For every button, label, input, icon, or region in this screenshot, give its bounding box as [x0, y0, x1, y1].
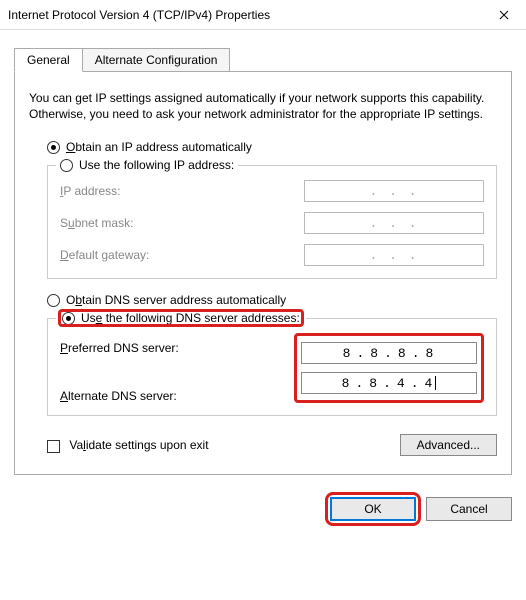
- radio-ip-manual[interactable]: Use the following IP address:: [60, 158, 234, 172]
- radio-icon: [47, 294, 60, 307]
- dns-group: Use the following DNS server addresses: …: [47, 311, 497, 416]
- tab-alternate[interactable]: Alternate Configuration: [82, 48, 231, 72]
- radio-icon: [60, 159, 73, 172]
- ok-highlight: OK: [330, 497, 416, 521]
- dialog-button-row: OK Cancel: [0, 485, 526, 535]
- window-title: Internet Protocol Version 4 (TCP/IPv4) P…: [8, 8, 270, 22]
- radio-dns-auto-label: Obtain DNS server address automatically: [66, 293, 286, 307]
- close-icon: [499, 10, 509, 20]
- label-alternate-dns: Alternate DNS server:: [60, 389, 294, 403]
- label-ip-address: IP address:: [60, 184, 304, 198]
- tab-panel-general: You can get IP settings assigned automat…: [14, 71, 512, 475]
- dns-fields-highlight: 8.8.8.8 8.8.4.4: [294, 333, 484, 403]
- input-default-gateway: . . .: [304, 244, 484, 266]
- ok-button[interactable]: OK: [330, 497, 416, 521]
- cancel-button[interactable]: Cancel: [426, 497, 512, 521]
- checkbox-validate-on-exit[interactable]: Validate settings upon exit: [47, 438, 209, 452]
- radio-icon: [62, 312, 75, 325]
- radio-dns-manual-label: Use the following DNS server addresses:: [81, 311, 300, 325]
- radio-dns-auto[interactable]: Obtain DNS server address automatically: [47, 293, 497, 307]
- input-preferred-dns[interactable]: 8.8.8.8: [301, 342, 477, 364]
- radio-ip-manual-label: Use the following IP address:: [79, 158, 234, 172]
- checkbox-validate-label: Validate settings upon exit: [69, 438, 208, 452]
- input-subnet-mask: . . .: [304, 212, 484, 234]
- input-ip-address: . . .: [304, 180, 484, 202]
- ip-group: Use the following IP address: IP address…: [47, 158, 497, 279]
- advanced-button[interactable]: Advanced...: [400, 434, 497, 456]
- radio-icon: [47, 141, 60, 154]
- label-default-gateway: Default gateway:: [60, 248, 304, 262]
- intro-text: You can get IP settings assigned automat…: [29, 90, 497, 122]
- radio-dns-manual[interactable]: Use the following DNS server addresses:: [60, 311, 302, 325]
- close-button[interactable]: [481, 0, 526, 30]
- titlebar: Internet Protocol Version 4 (TCP/IPv4) P…: [0, 0, 526, 30]
- radio-ip-auto[interactable]: Obtain an IP address automatically: [47, 140, 497, 154]
- input-alternate-dns[interactable]: 8.8.4.4: [301, 372, 477, 394]
- label-preferred-dns: Preferred DNS server:: [60, 341, 294, 355]
- radio-ip-auto-label: Obtain an IP address automatically: [66, 140, 252, 154]
- tab-general[interactable]: General: [14, 48, 83, 72]
- tab-strip: General Alternate Configuration: [14, 48, 512, 72]
- label-subnet-mask: Subnet mask:: [60, 216, 304, 230]
- text-caret: [435, 376, 436, 390]
- checkbox-icon: [47, 440, 60, 453]
